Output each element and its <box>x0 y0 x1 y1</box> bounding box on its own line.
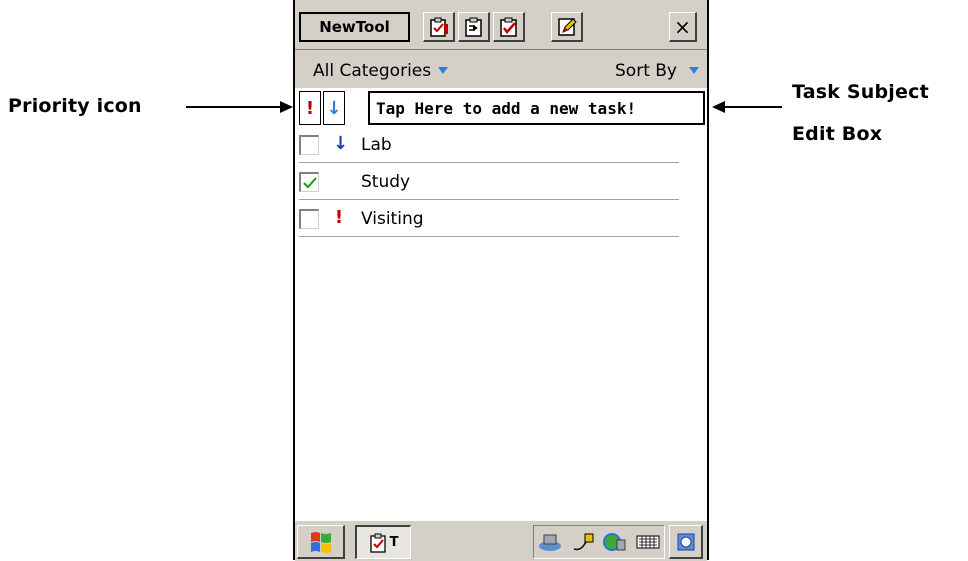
close-icon: × <box>674 14 691 39</box>
high-priority-icon: ! <box>334 207 344 228</box>
task-move-icon <box>464 17 482 37</box>
connection-icon[interactable] <box>602 531 628 553</box>
task-checkbox[interactable] <box>299 172 319 192</box>
task-properties-button[interactable] <box>423 12 455 42</box>
tasks-app-label: T <box>389 535 399 550</box>
priority-callout-arrow-line <box>186 106 282 108</box>
low-priority-button[interactable]: ↓ <box>323 91 345 125</box>
priority-icon-callout: Priority icon <box>8 95 142 117</box>
task-clipboard-icon <box>369 533 386 553</box>
task-checkbox[interactable] <box>299 209 319 229</box>
chevron-down-icon <box>438 67 449 74</box>
task-row[interactable]: ↓ Lab <box>299 126 679 163</box>
new-tool-button[interactable]: New Tool <box>299 12 410 42</box>
task-complete-button[interactable] <box>493 12 525 42</box>
sort-by-dropdown[interactable]: Sort By <box>615 61 699 81</box>
network-icon[interactable] <box>537 531 563 553</box>
command-bar: New Tool × <box>295 0 707 50</box>
windows-logo-icon <box>310 531 331 553</box>
desktop-icon <box>677 533 694 550</box>
category-label: All Categories <box>313 61 432 81</box>
task-subject-callout-line1: Task Subject <box>792 81 929 103</box>
taskbar: T <box>295 520 707 561</box>
task-subject-callout-line2: Edit Box <box>792 123 883 145</box>
keyboard-icon[interactable] <box>635 531 661 553</box>
tasks-app-taskbar-button[interactable]: T <box>355 525 411 559</box>
exclamation-icon: ! <box>305 97 315 119</box>
close-button[interactable]: × <box>669 12 697 42</box>
chevron-down-icon <box>689 67 699 74</box>
task-subject: Visiting <box>361 209 424 229</box>
category-dropdown[interactable]: All Categories <box>313 61 449 81</box>
task-subject-edit-box[interactable]: Tap Here to add a new task! <box>368 91 705 125</box>
power-plug-icon[interactable] <box>570 531 596 553</box>
task-checkbox[interactable] <box>299 135 319 155</box>
priority-callout-arrow-head <box>280 101 293 113</box>
low-priority-icon: ↓ <box>333 133 349 154</box>
category-bar: All Categories Sort By <box>295 50 707 88</box>
edit-button[interactable] <box>551 12 583 42</box>
edit-icon <box>557 17 577 36</box>
task-row[interactable]: ! Visiting <box>299 200 679 237</box>
new-task-row: ! ↓ Tap Here to add a new task! <box>299 91 705 127</box>
sort-by-label: Sort By <box>615 61 677 81</box>
down-arrow-icon: ↓ <box>326 97 342 119</box>
notification-tray <box>533 525 665 559</box>
task-subject: Lab <box>361 135 392 155</box>
task-move-button[interactable] <box>458 12 490 42</box>
tool-menu-label[interactable]: Tool <box>356 18 390 36</box>
task-properties-icon <box>429 17 448 37</box>
task-row[interactable]: Study <box>299 163 679 200</box>
subject-callout-arrow-line <box>724 106 782 108</box>
high-priority-button[interactable]: ! <box>299 91 321 125</box>
start-button[interactable] <box>297 525 345 559</box>
new-menu-label[interactable]: New <box>319 18 356 36</box>
check-icon <box>302 176 317 188</box>
task-complete-icon <box>499 17 517 37</box>
desktop-button[interactable] <box>669 525 703 559</box>
tasks-app-screen: New Tool × All Categories Sort By ! ↓ Ta… <box>293 0 709 561</box>
task-subject: Study <box>361 172 411 192</box>
